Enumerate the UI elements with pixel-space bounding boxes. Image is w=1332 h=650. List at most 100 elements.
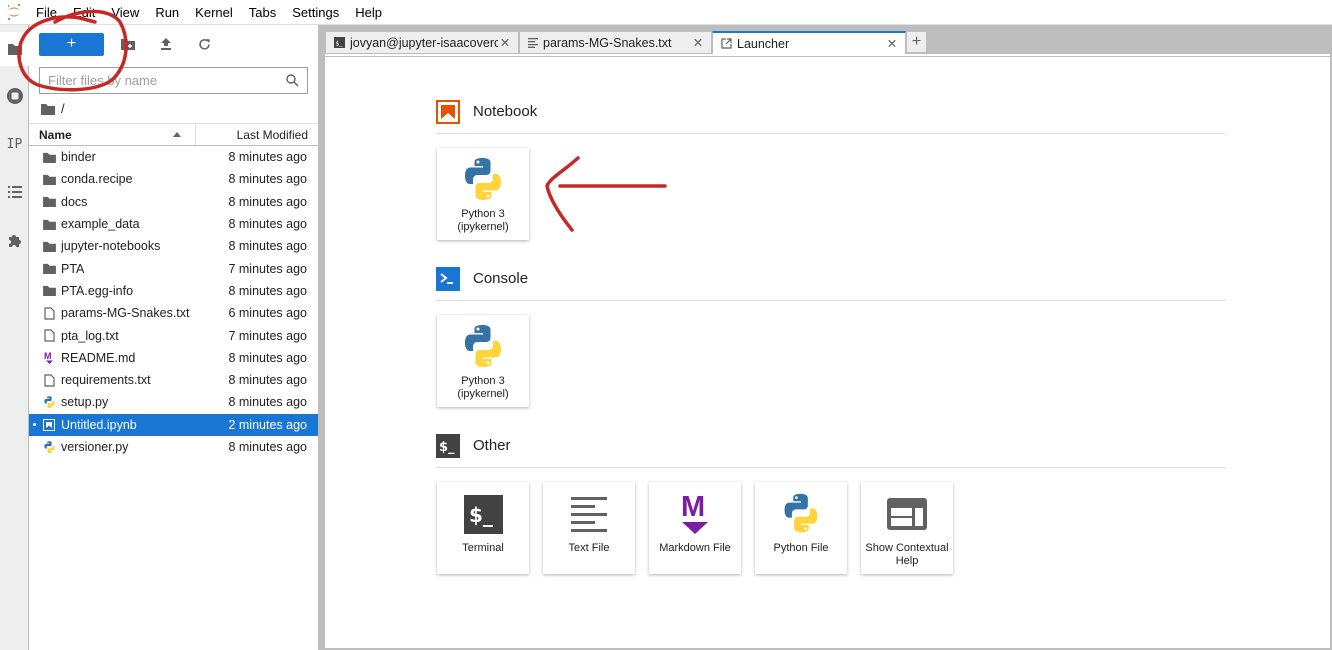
folder-icon	[42, 172, 56, 186]
card-label: Terminal	[462, 542, 504, 554]
sidebar-tab-property-inspector[interactable]: IP	[0, 127, 29, 161]
file-modified: 8 minutes ago	[228, 172, 307, 187]
jupyter-logo-icon[interactable]	[0, 0, 28, 25]
file-modified: 8 minutes ago	[228, 283, 307, 298]
breadcrumb: /	[41, 101, 65, 116]
tab-terminal[interactable]: $_ jovyan@jupyter-isaacoverca ✕	[325, 31, 519, 53]
python-icon	[42, 440, 56, 454]
launcher-card-contextual-help[interactable]: Show Contextual Help	[861, 482, 953, 574]
card-label: Python File	[773, 542, 829, 554]
menu-edit[interactable]: Edit	[65, 0, 103, 25]
card-label: Text File	[568, 542, 610, 554]
section-title: Notebook	[473, 103, 538, 120]
column-modified-label: Last Modified	[236, 127, 308, 142]
menu-settings[interactable]: Settings	[284, 0, 347, 25]
panel-splitter[interactable]	[318, 25, 325, 650]
file-list-item[interactable]: versioner.py 8 minutes ago	[29, 436, 318, 458]
launcher-section-console: Console Python 3 (ipykernel)	[436, 265, 1226, 407]
text-file-icon	[528, 37, 538, 48]
tab-launcher[interactable]: Launcher ✕	[712, 31, 906, 54]
menu-kernel[interactable]: Kernel	[187, 0, 241, 25]
svg-text:$_: $_	[336, 41, 344, 48]
file-modified: 2 minutes ago	[228, 417, 307, 432]
file-list-item[interactable]: jupyter-notebooks 8 minutes ago	[29, 235, 318, 257]
file-icon	[42, 329, 56, 343]
folder-icon	[42, 195, 56, 209]
file-name: requirements.txt	[61, 373, 151, 388]
refresh-button[interactable]	[192, 32, 216, 56]
section-header: $_ Other	[436, 432, 1226, 468]
main-tab-bar: $_ jovyan@jupyter-isaacoverca ✕ params-M…	[325, 25, 1332, 54]
section-header: Console	[436, 265, 1226, 301]
property-inspector-icon: IP	[6, 136, 23, 152]
file-name: conda.recipe	[61, 172, 133, 187]
new-folder-icon	[121, 39, 135, 50]
file-list-item[interactable]: binder 8 minutes ago	[29, 146, 318, 168]
launcher-card-python3-notebook[interactable]: Python 3 (ipykernel)	[437, 148, 529, 240]
menu-tabs[interactable]: Tabs	[241, 0, 284, 25]
upload-button[interactable]	[154, 32, 178, 56]
launcher-section-other: $_ Other $_ Terminal Text File M Markdow…	[436, 432, 1226, 574]
file-list-item[interactable]: setup.py 8 minutes ago	[29, 391, 318, 413]
sidebar-tab-running[interactable]	[0, 79, 29, 113]
menu-run[interactable]: Run	[147, 0, 187, 25]
file-browser-panel: + / Name Last Modified binder 8 minutes …	[29, 25, 318, 650]
menu-file[interactable]: File	[28, 0, 65, 25]
file-modified: 8 minutes ago	[228, 194, 307, 209]
file-list-item[interactable]: M README.md 8 minutes ago	[29, 347, 318, 369]
new-folder-button[interactable]	[116, 32, 140, 56]
file-list-item[interactable]: requirements.txt 8 minutes ago	[29, 369, 318, 391]
sidebar-tab-file-browser[interactable]	[0, 32, 30, 66]
file-list-item[interactable]: params-MG-Snakes.txt 6 minutes ago	[29, 302, 318, 324]
sort-ascending-icon	[173, 132, 181, 137]
tab-label: Launcher	[737, 36, 790, 51]
terminal-icon: $_	[436, 433, 460, 458]
folder-icon	[42, 262, 56, 276]
section-title: Console	[473, 270, 529, 287]
launcher-card-markdown-file[interactable]: M Markdown File	[649, 482, 741, 574]
menu-help[interactable]: Help	[347, 0, 390, 25]
search-icon	[286, 74, 299, 87]
file-modified: 8 minutes ago	[228, 239, 307, 254]
file-list-item[interactable]: pta_log.txt 7 minutes ago	[29, 324, 318, 346]
breadcrumb-root[interactable]: /	[61, 101, 65, 116]
close-tab-icon[interactable]: ✕	[885, 37, 899, 51]
launcher-card-python-file[interactable]: Python File	[755, 482, 847, 574]
python-icon	[463, 152, 503, 208]
file-list-item[interactable]: PTA 7 minutes ago	[29, 257, 318, 279]
launcher-card-python3-console[interactable]: Python 3 (ipykernel)	[437, 315, 529, 407]
column-header-name[interactable]: Name	[29, 124, 196, 145]
column-header-modified[interactable]: Last Modified	[196, 124, 318, 145]
file-name: docs	[61, 194, 88, 209]
launcher-card-text-file[interactable]: Text File	[543, 482, 635, 574]
launcher-card-terminal[interactable]: $_ Terminal	[437, 482, 529, 574]
svg-text:M: M	[44, 351, 52, 361]
upload-icon	[161, 38, 171, 50]
home-folder-icon[interactable]	[41, 103, 55, 115]
launcher-panel: Notebook Python 3 (ipykernel) Console Py…	[325, 54, 1330, 648]
list-icon	[7, 186, 22, 198]
close-tab-icon[interactable]: ✕	[691, 36, 705, 50]
file-browser-toolbar: +	[39, 32, 216, 56]
python-icon	[463, 319, 503, 375]
file-name: pta_log.txt	[61, 328, 119, 343]
file-list-item[interactable]: Untitled.ipynb 2 minutes ago	[29, 413, 318, 436]
sidebar-tab-toc[interactable]	[0, 175, 29, 209]
file-list-item[interactable]: docs 8 minutes ago	[29, 191, 318, 213]
python-icon	[781, 486, 821, 542]
file-modified: 6 minutes ago	[228, 306, 307, 321]
file-name: params-MG-Snakes.txt	[61, 306, 190, 321]
file-modified: 8 minutes ago	[228, 373, 307, 388]
tab-params-file[interactable]: params-MG-Snakes.txt ✕	[519, 31, 712, 53]
close-tab-icon[interactable]: ✕	[498, 36, 512, 50]
add-tab-button[interactable]: +	[906, 31, 927, 53]
sidebar-tab-extensions[interactable]	[0, 223, 29, 257]
menu-view[interactable]: View	[103, 0, 147, 25]
file-list-item[interactable]: conda.recipe 8 minutes ago	[29, 168, 318, 190]
file-list-item[interactable]: PTA.egg-info 8 minutes ago	[29, 280, 318, 302]
running-indicator	[33, 423, 36, 427]
filter-files-input[interactable]	[48, 73, 286, 88]
file-list-item[interactable]: example_data 8 minutes ago	[29, 213, 318, 235]
new-launcher-button[interactable]: +	[39, 32, 104, 56]
file-modified: 7 minutes ago	[228, 261, 307, 276]
